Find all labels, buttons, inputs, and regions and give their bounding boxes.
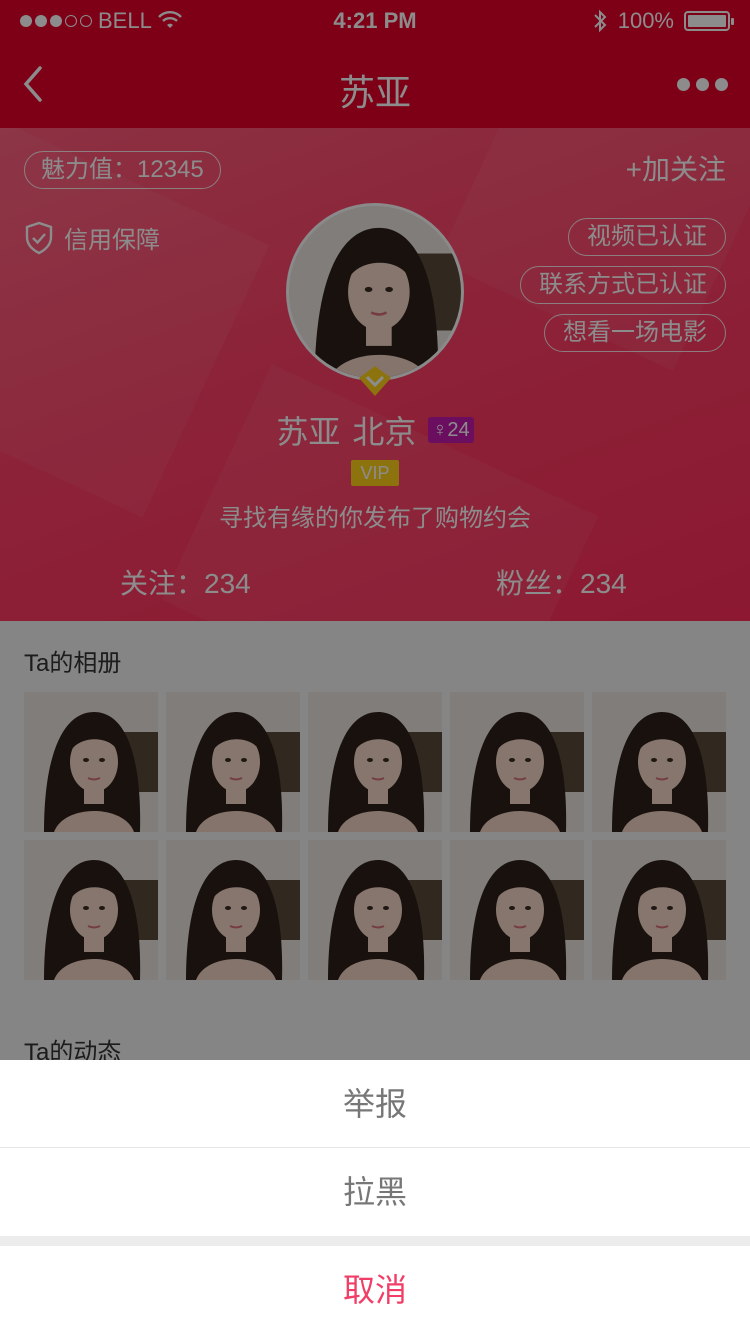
action-sheet: 举报 拉黑 取消 <box>0 1060 750 1334</box>
cancel-button[interactable]: 取消 <box>0 1246 750 1334</box>
block-button[interactable]: 拉黑 <box>0 1148 750 1236</box>
modal-overlay[interactable] <box>0 0 750 1060</box>
report-button[interactable]: 举报 <box>0 1060 750 1148</box>
